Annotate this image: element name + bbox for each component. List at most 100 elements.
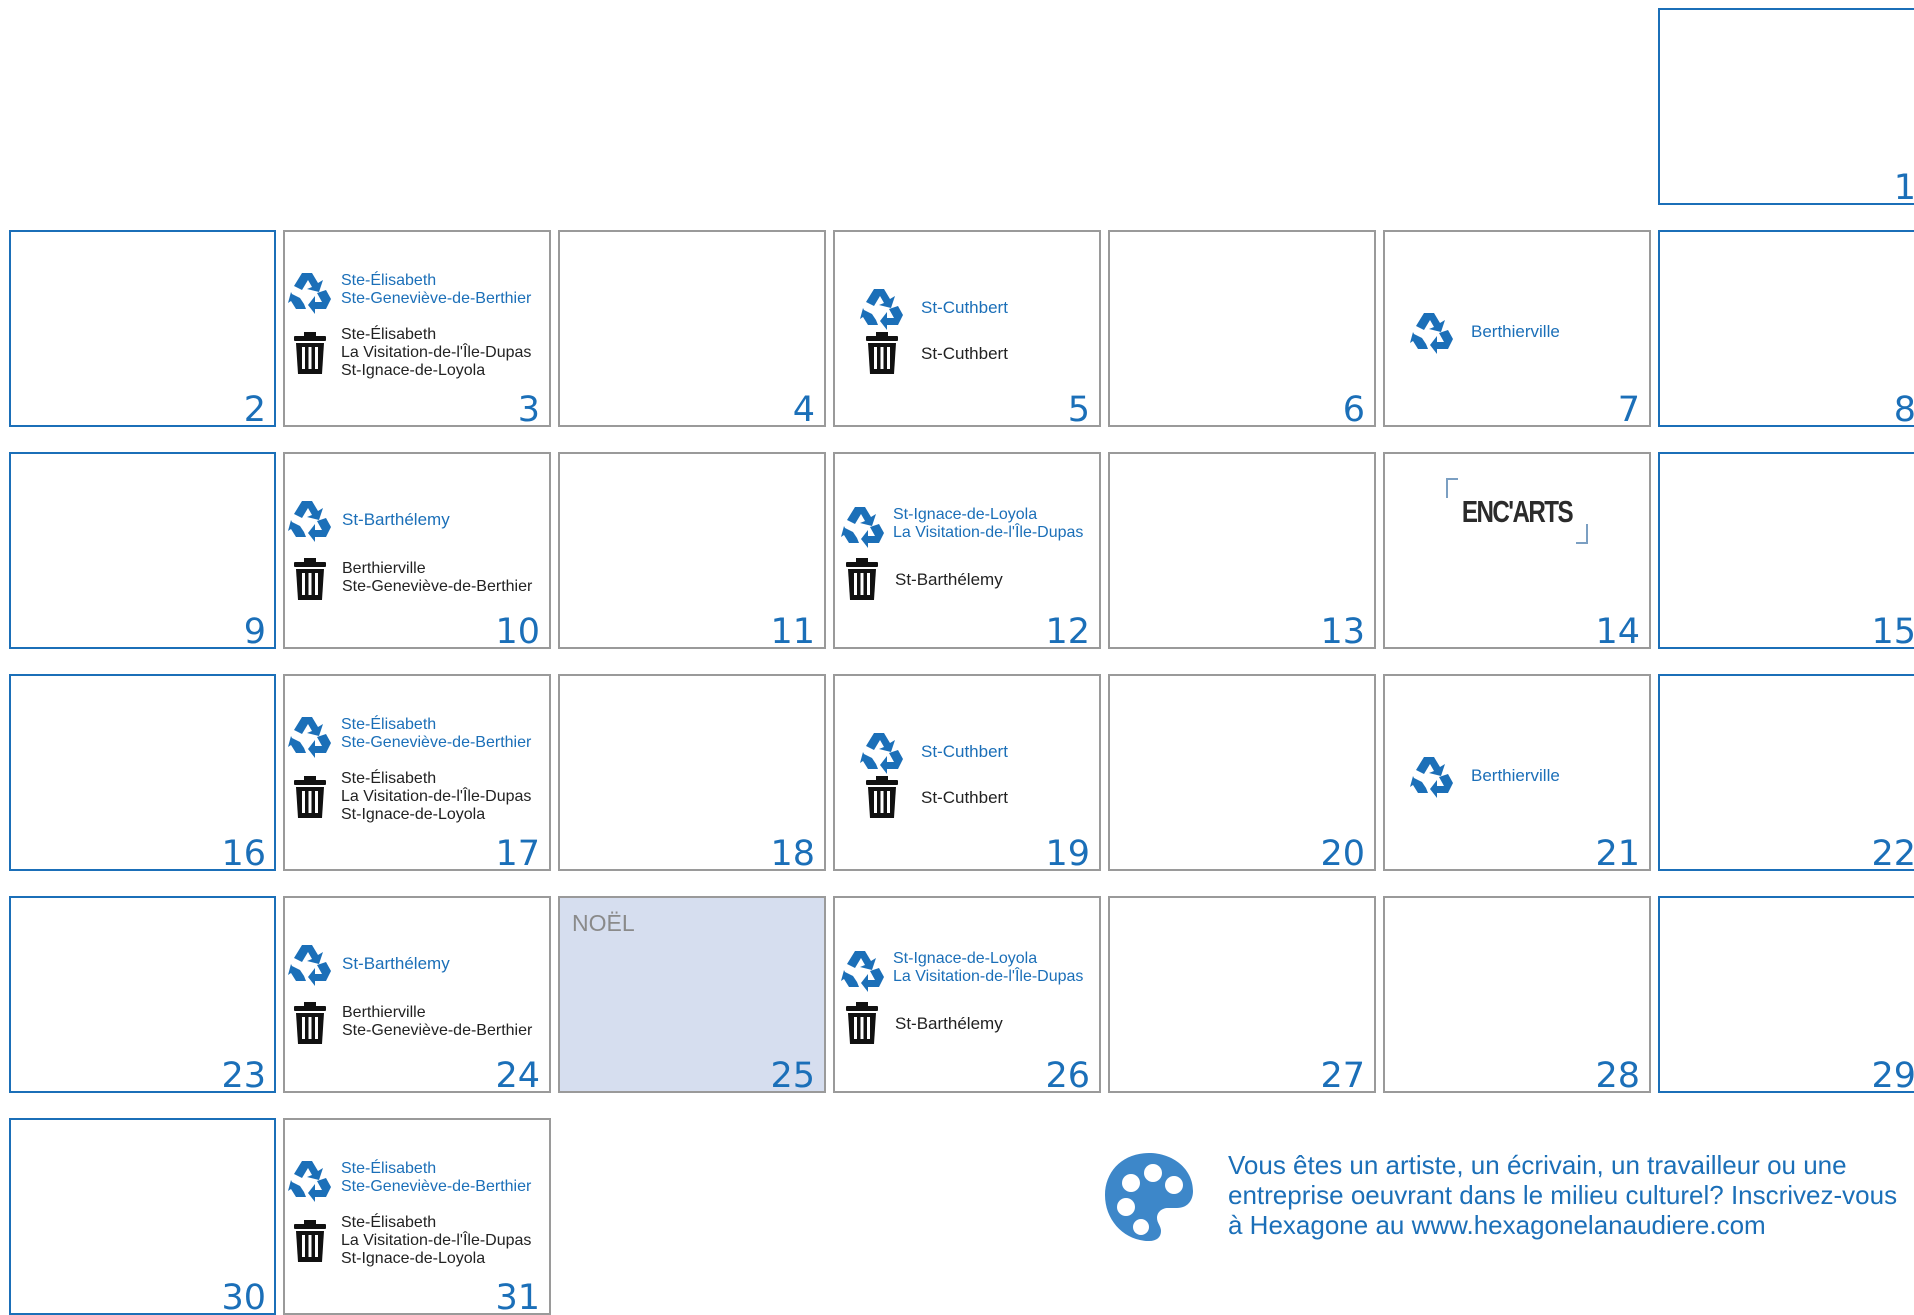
recycle-municipality: Ste-Élisabeth: [341, 1160, 437, 1177]
recycle-icon: [288, 1156, 334, 1207]
day-cell: 17 Ste-Élisabeth Ste-Geneviève-de-Berthier…: [283, 674, 551, 871]
trash-icon: [293, 776, 327, 823]
recycle-municipality: Berthierville: [1471, 322, 1560, 341]
encarts-logo-text: ENC'ARTS: [1461, 494, 1574, 529]
day-cell: 4: [558, 230, 826, 427]
holiday-label: NOËL: [572, 910, 635, 936]
recycle-municipality: St-Barthélemy: [342, 954, 450, 973]
day-number: 6: [1342, 390, 1365, 427]
trash-municipality: St-Barthélemy: [895, 1014, 1003, 1033]
day-number: 24: [495, 1056, 540, 1093]
trash-municipality: Berthierville: [342, 560, 426, 577]
recycle-municipality: Ste-Geneviève-de-Berthier: [341, 734, 532, 751]
day-cell: 16: [9, 674, 276, 871]
trash-icon: [293, 558, 327, 605]
day-cell: 13: [1108, 452, 1376, 649]
trash-municipality: St-Ignace-de-Loyola: [341, 806, 486, 823]
day-cell: 29: [1658, 896, 1914, 1093]
recycle-icon: [288, 496, 334, 547]
trash-municipality: La Visitation-de-l'Île-Dupas: [341, 1232, 532, 1249]
trash-municipality: Ste-Élisabeth: [341, 770, 437, 787]
recycle-icon: [288, 940, 334, 991]
day-cell: 19 St-Cuthbert St-Cuthbert: [833, 674, 1101, 871]
day-number: 29: [1871, 1056, 1914, 1093]
recycle-municipality: St-Barthélemy: [342, 510, 450, 529]
recycle-municipality: Berthierville: [1471, 766, 1560, 785]
recycle-municipality: St-Cuthbert: [921, 742, 1008, 761]
recycle-municipality: Ste-Geneviève-de-Berthier: [341, 290, 532, 307]
day-number: 10: [495, 612, 540, 649]
recycle-municipality: Ste-Élisabeth: [341, 272, 437, 289]
recycle-municipality: Ste-Geneviève-de-Berthier: [341, 1178, 532, 1195]
recycle-municipality: St-Ignace-de-Loyola: [893, 506, 1038, 523]
day-number: 26: [1045, 1056, 1090, 1093]
hexagone-tagline: Vous êtes un artiste, un écrivain, un tr…: [1228, 1150, 1898, 1240]
day-cell: 26 St-Ignace-de-Loyola La Visitation-de-l'…: [833, 896, 1101, 1093]
recycle-icon: [288, 712, 334, 763]
day-number: 13: [1320, 612, 1365, 649]
day-cell: 28: [1383, 896, 1651, 1093]
trash-icon: [865, 332, 899, 379]
recycle-icon: [288, 268, 334, 319]
day-cell: 31 Ste-Élisabeth Ste-Geneviève-de-Berthier…: [283, 1118, 551, 1315]
trash-icon: [865, 776, 899, 823]
recycle-icon: [1410, 752, 1456, 803]
day-cell: 6: [1108, 230, 1376, 427]
day-cell: 10 St-Barthélemy Berthierville Ste-Genevièv…: [283, 452, 551, 649]
trash-icon: [293, 332, 327, 379]
day-cell: 15: [1658, 452, 1914, 649]
day-number: 14: [1595, 612, 1640, 649]
day-cell: 9: [9, 452, 276, 649]
trash-municipality: La Visitation-de-l'Île-Dupas: [341, 344, 532, 361]
trash-municipality: Berthierville: [342, 1004, 426, 1021]
encarts-logo: ENC'ARTS: [1446, 478, 1588, 544]
day-number: 9: [243, 612, 266, 649]
day-cell: 18: [558, 674, 826, 871]
recycle-municipality: La Visitation-de-l'Île-Dupas: [893, 524, 1084, 541]
day-cell: 30: [9, 1118, 276, 1315]
trash-municipality: Ste-Élisabeth: [341, 1214, 437, 1231]
day-cell: 7 Berthierville: [1383, 230, 1651, 427]
recycle-municipality: St-Cuthbert: [921, 298, 1008, 317]
trash-municipality: La Visitation-de-l'Île-Dupas: [341, 788, 532, 805]
trash-municipality: St-Cuthbert: [921, 344, 1008, 363]
recycle-icon: [841, 946, 887, 997]
day-number: 16: [221, 834, 266, 871]
day-cell: 21 Berthierville: [1383, 674, 1651, 871]
trash-municipality: St-Barthélemy: [895, 570, 1003, 589]
day-cell: 12 St-Ignace-de-Loyola La Visitation-de-l'…: [833, 452, 1101, 649]
trash-icon: [293, 1002, 327, 1049]
day-cell: 2: [9, 230, 276, 427]
day-cell: 24 St-Barthélemy Berthierville Ste-Genevièv…: [283, 896, 551, 1093]
day-cell: 22: [1658, 674, 1914, 871]
day-number: 18: [770, 834, 815, 871]
trash-municipality: Ste-Geneviève-de-Berthier: [342, 1022, 533, 1039]
recycle-icon: [1410, 308, 1456, 359]
day-number: 27: [1320, 1056, 1365, 1093]
trash-municipality: St-Ignace-de-Loyola: [341, 1250, 486, 1267]
day-number: 3: [517, 390, 540, 427]
day-number: 8: [1893, 390, 1914, 427]
day-number: 5: [1067, 390, 1090, 427]
day-cell: 8: [1658, 230, 1914, 427]
day-number: 11: [770, 612, 815, 649]
recycle-municipality: St-Ignace-de-Loyola: [893, 950, 1038, 967]
day-cell: 11: [558, 452, 826, 649]
palette-icon: [1101, 1149, 1197, 1250]
day-cell: 20: [1108, 674, 1376, 871]
trash-municipality: Ste-Geneviève-de-Berthier: [342, 578, 533, 595]
day-number: 12: [1045, 612, 1090, 649]
day-number: 22: [1871, 834, 1914, 871]
day-cell: 1: [1658, 8, 1914, 205]
day-cell: 25 NOËL: [558, 896, 826, 1093]
recycle-icon: [841, 502, 887, 553]
day-number: 28: [1595, 1056, 1640, 1093]
trash-icon: [293, 1220, 327, 1267]
recycle-municipality: Ste-Élisabeth: [341, 716, 437, 733]
day-number: 1: [1893, 168, 1914, 205]
day-cell: 5 St-Cuthbert St-Cuthbert: [833, 230, 1101, 427]
day-number: 19: [1045, 834, 1090, 871]
day-cell: 14 ENC'ARTS: [1383, 452, 1651, 649]
trash-municipality: Ste-Élisabeth: [341, 326, 437, 343]
day-cell: 23: [9, 896, 276, 1093]
